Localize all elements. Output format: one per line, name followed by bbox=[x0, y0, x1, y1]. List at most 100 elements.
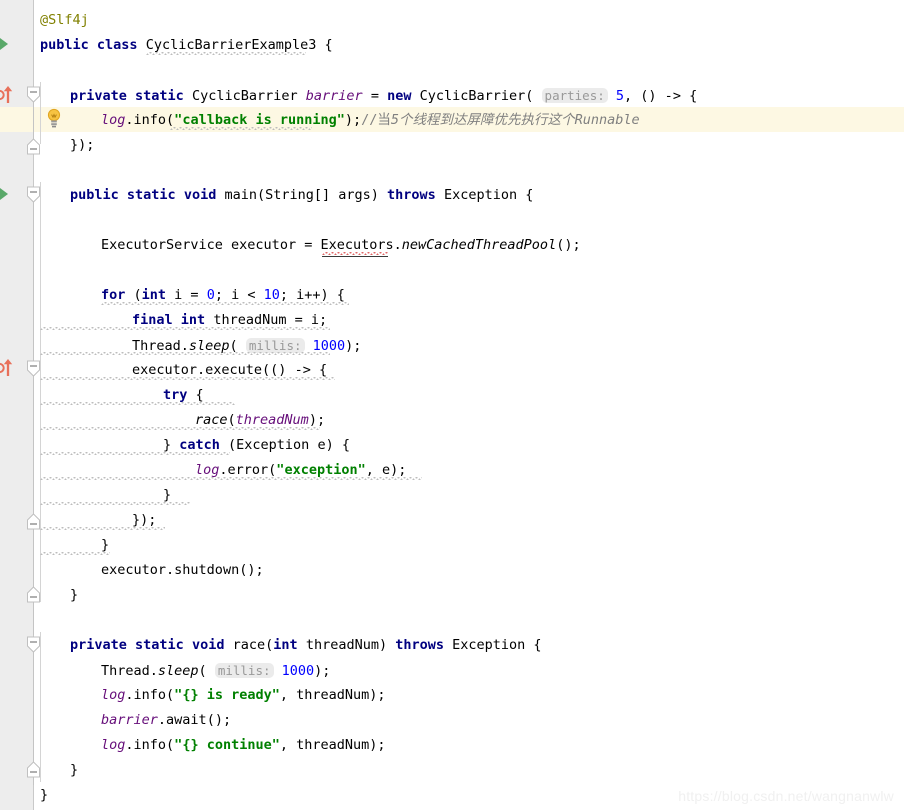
inlay-hint-parties: parties: bbox=[541, 88, 608, 103]
token-keyword-static: static bbox=[135, 88, 184, 104]
spellcheck-underline bbox=[40, 527, 165, 530]
spellcheck-underline bbox=[40, 427, 320, 430]
token-string-continue: "{} continue" bbox=[174, 737, 280, 753]
implements-marker-icon[interactable] bbox=[0, 84, 15, 108]
symbol-underline bbox=[322, 256, 388, 257]
fold-marker-collapse[interactable] bbox=[26, 360, 40, 377]
code-line[interactable]: private static void race(int threadNum) … bbox=[70, 633, 904, 658]
code-line[interactable]: } catch (Exception e) { bbox=[163, 433, 904, 458]
token-field-log: log bbox=[101, 687, 126, 703]
token-keyword-private: private bbox=[70, 88, 127, 104]
token-keyword-static: static bbox=[126, 187, 176, 203]
token-method-newcachedthreadpool: newCachedThreadPool bbox=[401, 237, 557, 253]
spellcheck-underline bbox=[40, 552, 110, 555]
fold-marker-collapse[interactable] bbox=[26, 636, 40, 653]
token-number-0: 0 bbox=[206, 287, 215, 303]
code-line[interactable]: @Slf4j bbox=[40, 8, 904, 33]
code-line[interactable]: barrier.await(); bbox=[101, 708, 904, 733]
spellcheck-underline bbox=[40, 352, 330, 355]
token-keyword-int: int bbox=[141, 287, 167, 303]
token-keyword-catch: catch bbox=[179, 437, 220, 453]
token-keyword-public: public bbox=[70, 187, 119, 203]
token-method-sleep: sleep bbox=[157, 663, 199, 679]
watermark: https://blog.csdn.net/wangnanwlw bbox=[678, 788, 894, 804]
token-keyword-static: static bbox=[135, 637, 184, 653]
token-var-executor: executor bbox=[132, 362, 198, 378]
run-class-marker-icon[interactable] bbox=[0, 35, 8, 53]
spellcheck-underline bbox=[40, 327, 330, 330]
token-keyword-for: for bbox=[101, 287, 126, 303]
token-keyword-int: int bbox=[180, 312, 206, 328]
token-method-race: race bbox=[195, 412, 228, 428]
token-keyword-class: class bbox=[96, 37, 138, 53]
fold-marker-end[interactable] bbox=[26, 513, 40, 530]
caret-line-gutter-highlight bbox=[0, 107, 33, 132]
token-keyword-void: void bbox=[191, 637, 225, 653]
spellcheck-underline bbox=[170, 127, 312, 130]
code-line[interactable]: } bbox=[70, 758, 904, 783]
code-line[interactable]: }); bbox=[132, 508, 904, 533]
token-keyword-new: new bbox=[387, 88, 412, 104]
token-string-isready: "{} is ready" bbox=[174, 687, 280, 703]
token-keyword-private: private bbox=[70, 637, 127, 653]
token-var-executor: executor bbox=[231, 237, 297, 253]
fold-marker-collapse[interactable] bbox=[26, 86, 40, 103]
token-number-1000: 1000 bbox=[281, 663, 315, 679]
token-keyword-throws: throws bbox=[395, 637, 445, 653]
inlay-hint-millis: millis: bbox=[214, 663, 274, 678]
error-underline bbox=[322, 252, 388, 255]
code-line[interactable]: log.info("{} is ready", threadNum); bbox=[101, 683, 904, 708]
code-line[interactable]: public static void main(String[] args) t… bbox=[70, 183, 904, 208]
code-line[interactable]: ExecutorService executor = Executors.new… bbox=[101, 233, 904, 258]
fold-region-line bbox=[33, 195, 34, 635]
spellcheck-underline bbox=[101, 302, 349, 305]
inlay-hint-millis: millis: bbox=[245, 338, 305, 353]
code-line[interactable]: executor.shutdown(); bbox=[101, 558, 904, 583]
spellcheck-underline bbox=[146, 52, 306, 55]
code-editor[interactable]: @Slf4j public class CyclicBarrierExample… bbox=[0, 0, 904, 810]
token-keyword-try: try bbox=[163, 387, 188, 403]
token-param-threadnum: threadNum bbox=[305, 637, 379, 653]
fold-marker-end[interactable] bbox=[26, 586, 40, 603]
token-class-name: CyclicBarrierExample3 bbox=[145, 37, 317, 53]
fold-marker-collapse[interactable] bbox=[26, 186, 40, 203]
token-string-callback: "callback is running" bbox=[174, 112, 345, 128]
code-line[interactable]: } bbox=[70, 583, 904, 608]
token-keyword-int: int bbox=[273, 637, 298, 653]
token-keyword-public: public bbox=[40, 37, 89, 53]
intention-bulb-icon[interactable] bbox=[46, 108, 62, 132]
indent-guide bbox=[40, 632, 41, 782]
token-number-5: 5 bbox=[615, 88, 625, 104]
spellcheck-underline bbox=[40, 502, 190, 505]
token-field-log: log bbox=[101, 737, 126, 753]
spellcheck-underline bbox=[40, 477, 422, 480]
code-line[interactable]: }); bbox=[70, 133, 904, 158]
token-field-log: log bbox=[101, 112, 126, 128]
code-line[interactable]: } bbox=[101, 533, 904, 558]
token-ctor-cyclicbarrier: CyclicBarrier bbox=[419, 88, 526, 104]
code-line[interactable]: log.info("{} continue", threadNum); bbox=[101, 733, 904, 758]
token-annotation: @Slf4j bbox=[40, 12, 89, 28]
code-line[interactable]: Thread.sleep( millis: 1000); bbox=[101, 658, 904, 683]
token-var-threadnum: threadNum bbox=[296, 687, 370, 703]
token-keyword-void: void bbox=[183, 187, 217, 203]
token-var-threadnum: threadNum bbox=[235, 412, 309, 428]
run-method-marker-icon[interactable] bbox=[0, 185, 8, 203]
code-line[interactable]: private static CyclicBarrier barrier = n… bbox=[70, 83, 904, 108]
code-line[interactable]: } bbox=[163, 483, 904, 508]
code-text-area[interactable]: @Slf4j public class CyclicBarrierExample… bbox=[0, 0, 904, 810]
indent-guide bbox=[40, 182, 41, 602]
token-type-cyclicbarrier: CyclicBarrier bbox=[191, 88, 298, 104]
spellcheck-underline bbox=[40, 402, 235, 405]
token-field-barrier: barrier bbox=[101, 712, 158, 728]
token-var-threadnum: threadNum bbox=[296, 737, 370, 753]
token-var-threadnum: threadNum bbox=[213, 312, 287, 328]
token-var-executor: executor bbox=[101, 562, 167, 578]
token-method-shutdown: shutdown bbox=[174, 562, 240, 578]
code-line[interactable]: try { bbox=[163, 383, 904, 408]
fold-marker-end[interactable] bbox=[26, 761, 40, 778]
token-field-log: log bbox=[195, 462, 220, 478]
fold-marker-end[interactable] bbox=[26, 138, 40, 155]
token-comment-chinese: //当5个线程到达屏障优先执行这个Runnable bbox=[361, 112, 640, 128]
implements-marker-icon[interactable] bbox=[0, 357, 15, 381]
